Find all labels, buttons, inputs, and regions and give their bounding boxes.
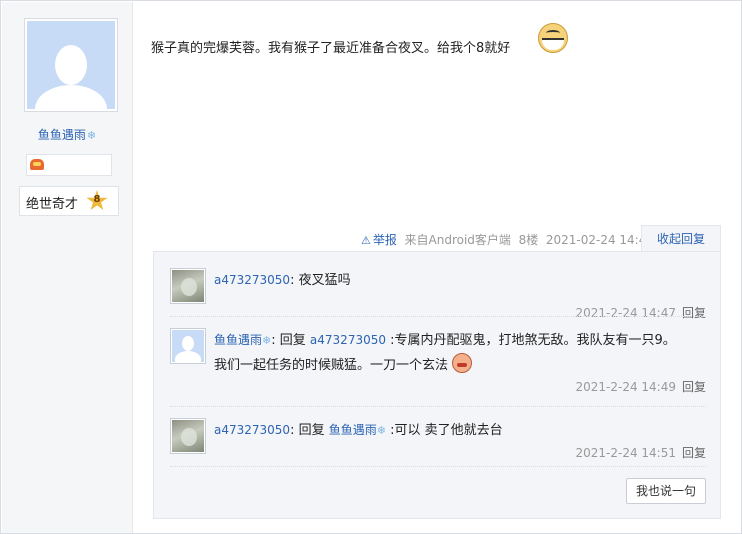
reply-target[interactable]: a473273050 [310,333,386,347]
reply-separator: : [271,333,276,348]
reply-username[interactable]: 鱼鱼遇雨❄ [214,333,271,347]
snowflake-icon: ❄ [86,129,97,142]
post-source[interactable]: 来自Android客户端 [405,233,511,247]
reply-link[interactable]: 回复 [682,380,706,394]
reply-link[interactable]: 回复 [682,306,706,320]
author-username-text[interactable]: 鱼鱼遇雨 [38,128,86,142]
reply-time: 2021-2-24 14:51 [575,446,676,460]
reply-word: 回复 [298,423,325,438]
collapse-replies-button[interactable]: 收起回复 [641,225,721,252]
level-title: 绝世奇才 [26,197,79,212]
reply-separator: : [290,423,295,438]
reply-divider [170,316,706,317]
reply-link[interactable]: 回复 [682,446,706,460]
reply-target[interactable]: 鱼鱼遇雨❄ [329,423,386,437]
reply-body: a473273050: 夜叉猛吗 [214,268,706,293]
warning-triangle-icon: ⚠ [361,234,371,247]
reply-username[interactable]: a473273050 [214,423,290,437]
reply-item: a473273050: 夜叉猛吗 2021-2-24 14:47 回复 [170,268,706,328]
reply-divider [170,466,706,467]
reply-target-text[interactable]: 鱼鱼遇雨 [329,423,377,437]
author-avatar[interactable] [24,18,118,112]
author-sidebar: 鱼鱼遇雨❄ 绝世奇才 8 [2,2,133,533]
reply-body: 鱼鱼遇雨❄: 回复 a473273050 :专属内丹配驱鬼，打地煞无敌。我队友有… [214,328,706,378]
reply-separator: : [290,273,295,288]
snowflake-icon: ❄ [376,424,386,437]
reply-time: 2021-2-24 14:49 [575,380,676,394]
user-photo-image [172,420,204,452]
report-link[interactable]: 举报 [373,233,397,247]
default-avatar-image [172,330,204,362]
angry-face-emoji-icon [452,353,473,373]
reply-footer: 2021-2-24 14:49 回复 [575,378,706,395]
reply-text-line1: :专属内丹配驱鬼，打地煞无敌。我队友有一只9。 [390,333,676,348]
reply-body: a473273050: 回复 鱼鱼遇雨❄ :可以 卖了他就去台 [214,418,706,443]
reply-time: 2021-2-24 14:47 [575,306,676,320]
crying-laugh-emoji-icon [538,23,568,53]
reply-item: a473273050: 回复 鱼鱼遇雨❄ :可以 卖了他就去台 2021-2-2… [170,418,706,468]
level-number: 8 [93,194,101,205]
reply-panel: a473273050: 夜叉猛吗 2021-2-24 14:47 回复 鱼鱼遇雨❄… [153,251,721,519]
user-photo-image [172,270,204,302]
reply-avatar[interactable] [170,328,206,364]
reply-divider [170,406,706,407]
reply-word: 回复 [279,333,306,348]
post-meta: ⚠ 举报 来自Android客户端 8楼 2021-02-24 14:46 [361,231,654,248]
post-container: 鱼鱼遇雨❄ 绝世奇才 8 猴子真的完爆芙蓉。我有猴子了最近准备合夜叉。给我个8就… [0,0,742,534]
say-something-button[interactable]: 我也说一句 [626,478,706,504]
author-level-badge[interactable]: 绝世奇才 8 [19,186,119,216]
post-content: 猴子真的完爆芙蓉。我有猴子了最近准备合夜叉。给我个8就好 [151,37,510,56]
default-avatar-image [27,21,115,109]
post-content-text: 猴子真的完爆芙蓉。我有猴子了最近准备合夜叉。给我个8就好 [151,41,511,56]
reply-avatar[interactable] [170,418,206,454]
reply-footer: 2021-2-24 14:51 回复 [575,444,706,461]
reply-item: 鱼鱼遇雨❄: 回复 a473273050 :专属内丹配驱鬼，打地煞无敌。我队友有… [170,328,706,400]
post-timestamp: 2021-02-24 14:46 [545,233,654,247]
reply-username-text[interactable]: 鱼鱼遇雨 [214,333,262,347]
reply-text-line2: 我们一起任务的时候贼猛。一刀一个玄法 [214,358,449,373]
reply-footer: 2021-2-24 14:47 回复 [575,304,706,321]
reply-avatar[interactable] [170,268,206,304]
reply-text: 夜叉猛吗 [298,273,351,288]
post-floor: 8楼 [518,233,539,247]
reply-username[interactable]: a473273050 [214,273,290,287]
snowflake-icon: ❄ [262,334,272,347]
reply-text: :可以 卖了他就去台 [390,423,503,438]
author-username[interactable]: 鱼鱼遇雨❄ [2,126,132,143]
author-badge-box[interactable] [26,154,112,176]
game-controller-icon [30,159,44,170]
